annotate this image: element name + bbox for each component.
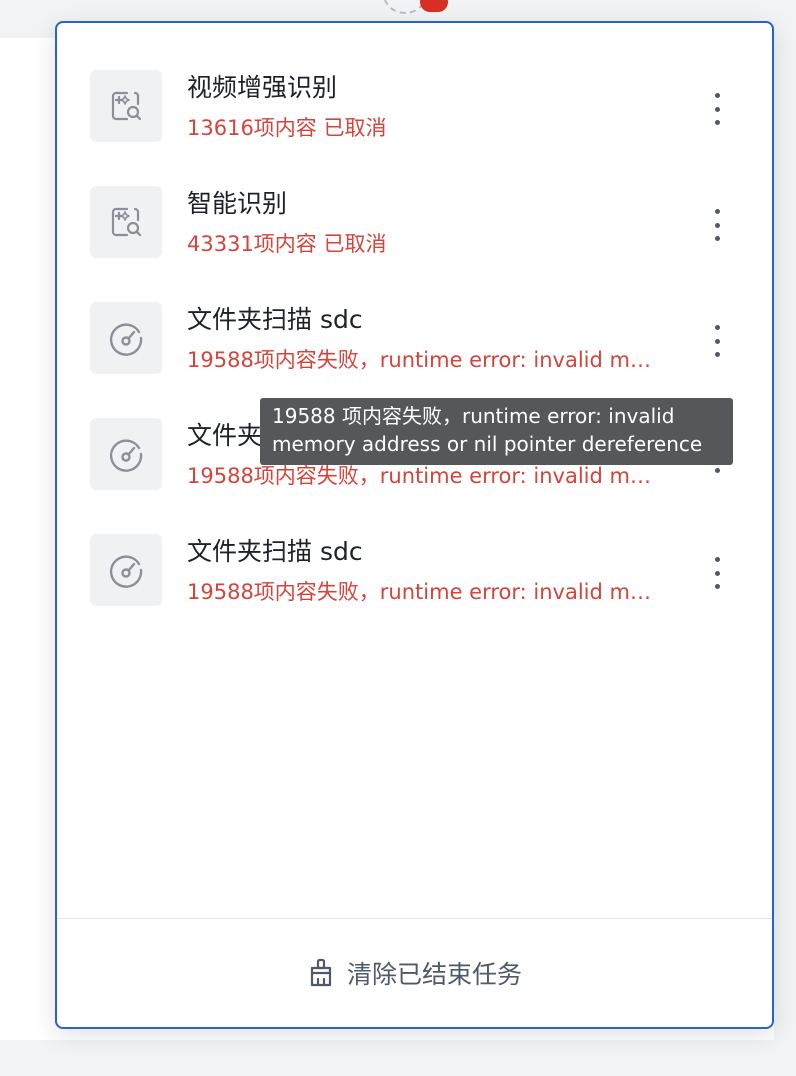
task-item[interactable]: 视频增强识别 13616项内容 已取消 xyxy=(57,23,772,142)
more-options-icon[interactable] xyxy=(705,555,729,591)
clear-finished-tasks-button[interactable]: 清除已结束任务 xyxy=(57,919,772,1027)
task-title: 文件夹扫描 sdc xyxy=(187,305,363,334)
more-options-icon[interactable] xyxy=(705,91,729,127)
task-title: 视频增强识别 xyxy=(187,73,338,102)
bottom-edge-background xyxy=(0,1040,796,1076)
task-item[interactable]: 文件夹扫描 sdc 19588项内容失败，runtime error: inva… xyxy=(57,487,772,606)
image-search-icon xyxy=(90,70,162,142)
task-item[interactable]: 文件夹扫描 sdc 19588项内容失败，runtime error: inva… xyxy=(57,255,772,374)
gauge-icon xyxy=(90,418,162,490)
tooltip-line: memory address or nil pointer dereferenc… xyxy=(272,432,703,456)
gauge-icon xyxy=(90,534,162,606)
more-options-icon[interactable] xyxy=(705,323,729,359)
error-tooltip: 19588 项内容失败，runtime error: invalid memor… xyxy=(260,398,733,465)
task-status: 19588项内容失败，runtime error: invalid memory… xyxy=(187,580,662,604)
task-panel: 视频增强识别 13616项内容 已取消 智能识别 43331项内容 已取消 文件… xyxy=(55,21,774,1029)
clear-finished-tasks-label: 清除已结束任务 xyxy=(346,960,522,989)
image-search-icon xyxy=(90,186,162,258)
task-title: 文件夹扫描 sdc xyxy=(187,537,363,566)
page: 视频增强识别 13616项内容 已取消 智能识别 43331项内容 已取消 文件… xyxy=(0,0,796,1076)
task-item[interactable]: 智能识别 43331项内容 已取消 xyxy=(57,139,772,258)
tooltip-line: 19588 项内容失败，runtime error: invalid xyxy=(272,404,675,428)
right-edge-background xyxy=(774,0,796,1076)
broom-icon xyxy=(310,958,332,987)
more-options-icon[interactable] xyxy=(705,207,729,243)
task-title: 智能识别 xyxy=(187,189,288,218)
gauge-icon xyxy=(90,302,162,374)
